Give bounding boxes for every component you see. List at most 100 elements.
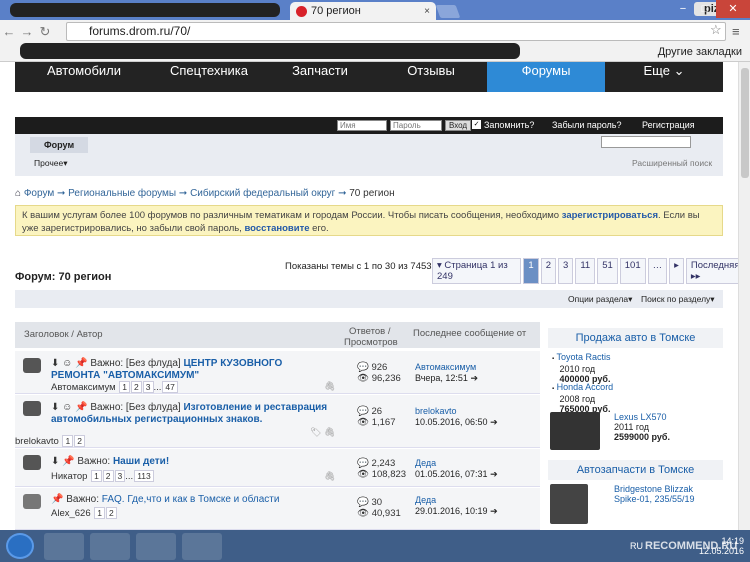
close-icon[interactable]: ✕ — [716, 0, 750, 18]
page-1[interactable]: 1 — [523, 258, 539, 284]
go-to-last-icon[interactable]: ➔ — [490, 506, 498, 516]
thread-page[interactable]: 2 — [106, 507, 117, 519]
thread-title[interactable]: 📌 Важно: FAQ. Где,что и как в Томске и о… — [51, 494, 341, 506]
nav-reviews[interactable]: Отзывы — [375, 62, 487, 92]
starter-name[interactable]: Автомаксимум — [51, 382, 116, 393]
car-name[interactable]: Lexus LX570 — [614, 412, 667, 422]
last-post-user[interactable]: Деда — [415, 458, 436, 468]
page-2[interactable]: 2 — [540, 258, 557, 284]
tire-photo[interactable] — [550, 484, 588, 524]
car-listing[interactable]: ▪ Honda Accord 2008 год 765000 руб. — [552, 382, 613, 414]
starter-name[interactable]: brelokavto — [15, 436, 59, 447]
parts-title[interactable]: Автозапчасти в Томске — [548, 460, 723, 480]
paint-icon[interactable] — [182, 533, 222, 560]
other-bookmarks[interactable]: Другие закладки — [658, 46, 742, 58]
last-post-user[interactable]: brelokavto — [415, 406, 457, 416]
register-link-notice[interactable]: зарегистрироваться — [562, 210, 658, 221]
thread-page[interactable]: 1 — [94, 507, 105, 519]
maximize-icon[interactable]: □ — [694, 0, 716, 18]
thread-page[interactable]: 113 — [134, 470, 154, 482]
page-101[interactable]: 101 — [619, 258, 646, 284]
thread-link[interactable]: FAQ. Где,что и как в Томске и области — [102, 494, 280, 505]
starter-name[interactable]: Никатор — [51, 471, 87, 482]
opera-icon[interactable] — [136, 533, 176, 560]
advanced-search-link[interactable]: Расширенный поиск — [632, 158, 712, 168]
last-post-user[interactable]: Деда — [415, 495, 436, 505]
thread-page[interactable]: 1 — [91, 470, 102, 482]
col-views[interactable]: Просмотров — [344, 337, 398, 348]
page-scrollbar[interactable] — [738, 62, 750, 530]
thread-page[interactable]: 2 — [102, 470, 114, 482]
breadcrumb-regional[interactable]: Региональные форумы — [68, 188, 176, 199]
explorer-icon[interactable] — [44, 533, 84, 560]
bookmark-star-icon[interactable]: ☆ — [710, 22, 722, 38]
chrome-icon[interactable] — [90, 533, 130, 560]
go-to-last-icon[interactable]: ➔ — [490, 469, 498, 479]
nav-cars[interactable]: Автомобили — [15, 62, 153, 92]
more-menu[interactable]: Прочее▾ — [34, 158, 68, 169]
remember-checkbox[interactable]: ✓ — [472, 120, 481, 129]
starter-name[interactable]: Alex_626 — [51, 508, 91, 519]
new-tab-button[interactable] — [435, 5, 461, 18]
login-password-input[interactable] — [390, 120, 442, 131]
tab-forum[interactable]: Форум — [30, 137, 89, 153]
part-listing[interactable]: Bridgestone Blizzak Spike-01, 235/55/19 — [614, 484, 714, 504]
car-listing[interactable]: ▪ Toyota Ractis 2010 год 400000 руб. — [552, 352, 611, 384]
minimize-icon[interactable]: − — [672, 0, 694, 18]
thread-page[interactable]: 3 — [142, 381, 154, 393]
browser-tab[interactable]: 70 регион × — [290, 2, 436, 20]
thread-prefix: Важно: — [66, 494, 102, 505]
reload-icon[interactable]: ↻ — [36, 24, 54, 40]
start-button[interactable] — [6, 533, 34, 559]
menu-icon[interactable]: ≡ — [732, 24, 740, 39]
register-link[interactable]: Регистрация — [642, 120, 695, 130]
section-options-menu[interactable]: Опции раздела▾ — [568, 294, 632, 305]
car-photo[interactable] — [550, 412, 600, 450]
thread-page[interactable]: 1 — [62, 435, 74, 447]
go-to-last-icon[interactable]: ➔ — [490, 417, 498, 427]
page-select[interactable]: ▾ Страница 1 из 249 — [432, 258, 522, 284]
thread-title[interactable]: ⬇ ☺ 📌 Важно: [Без флуда] Изготовление и … — [51, 402, 331, 426]
home-icon[interactable]: ⌂ — [15, 188, 21, 199]
section-search-menu[interactable]: Поиск по разделу▾ — [641, 294, 715, 305]
forward-icon[interactable]: → — [18, 24, 36, 39]
thread-page[interactable]: 2 — [131, 381, 142, 393]
login-name-input[interactable] — [337, 120, 387, 131]
thread-title[interactable]: ⬇ ☺ 📌 Важно: [Без флуда] ЦЕНТР КУЗОВНОГО… — [51, 358, 321, 382]
nav-special[interactable]: Спецтехника — [153, 62, 265, 92]
breadcrumb-forum[interactable]: Форум — [24, 188, 54, 199]
tab-close-icon[interactable]: × — [424, 6, 430, 17]
col-title[interactable]: Заголовок / Автор — [24, 329, 103, 340]
scrollbar-thumb[interactable] — [741, 68, 749, 178]
next-page-button[interactable]: ▸ — [669, 258, 684, 284]
col-replies[interactable]: Ответов / — [349, 326, 391, 337]
forum-search-input[interactable] — [601, 136, 691, 148]
thread-page[interactable]: 3 — [114, 470, 126, 482]
thread-link[interactable]: Наши дети! — [113, 456, 169, 467]
thread-page[interactable]: 2 — [74, 435, 85, 447]
forgot-link[interactable]: Забыли пароль? — [552, 120, 621, 130]
page-51[interactable]: 51 — [597, 258, 618, 284]
go-to-last-icon[interactable]: ➔ — [470, 373, 478, 383]
tags-icon: 🏷 🖇 — [310, 427, 336, 437]
login-button[interactable]: Вход — [445, 120, 472, 131]
thread-title[interactable]: ⬇ 📌 Важно: Наши дети! — [51, 456, 321, 468]
back-icon[interactable]: ← — [0, 24, 18, 39]
nav-more[interactable]: Еще ⌄ — [605, 62, 723, 92]
page-11[interactable]: 11 — [575, 258, 596, 284]
car-name[interactable]: Honda Accord — [557, 382, 614, 392]
restore-link[interactable]: восстановите — [244, 223, 309, 234]
nav-forums[interactable]: Форумы — [487, 62, 605, 92]
sale-title[interactable]: Продажа авто в Томске — [548, 328, 723, 348]
nav-parts[interactable]: Запчасти — [265, 62, 375, 92]
col-last[interactable]: Последнее сообщение от — [413, 328, 526, 339]
page-3[interactable]: 3 — [558, 258, 574, 284]
address-bar[interactable]: forums.drom.ru/70/ — [66, 22, 726, 41]
language-indicator[interactable]: RU — [630, 541, 643, 551]
last-post-user[interactable]: Автомаксимум — [415, 362, 476, 372]
thread-page[interactable]: 1 — [119, 381, 131, 393]
breadcrumb-siberia[interactable]: Сибирский федеральный округ — [190, 188, 335, 199]
car-name[interactable]: Toyota Ractis — [556, 352, 610, 362]
car-listing[interactable]: Lexus LX570 2011 год 2599000 руб. — [614, 412, 670, 442]
thread-page[interactable]: 47 — [162, 381, 178, 393]
